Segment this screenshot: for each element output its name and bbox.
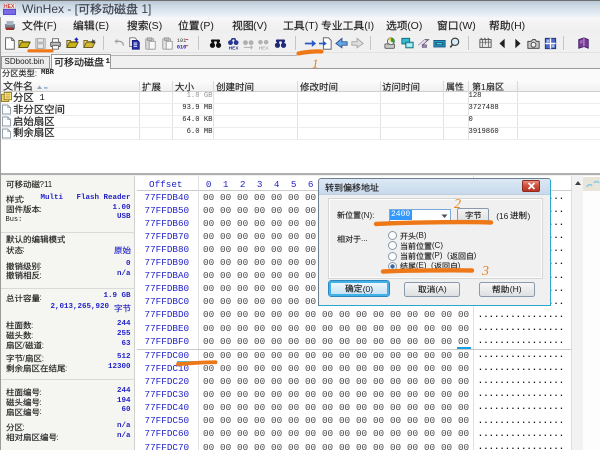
svg-text:101: 101 (177, 38, 186, 44)
svg-text:HEX: HEX (259, 46, 270, 50)
svg-text:010: 010 (177, 44, 186, 50)
svg-text:HEX: HEX (229, 46, 240, 50)
